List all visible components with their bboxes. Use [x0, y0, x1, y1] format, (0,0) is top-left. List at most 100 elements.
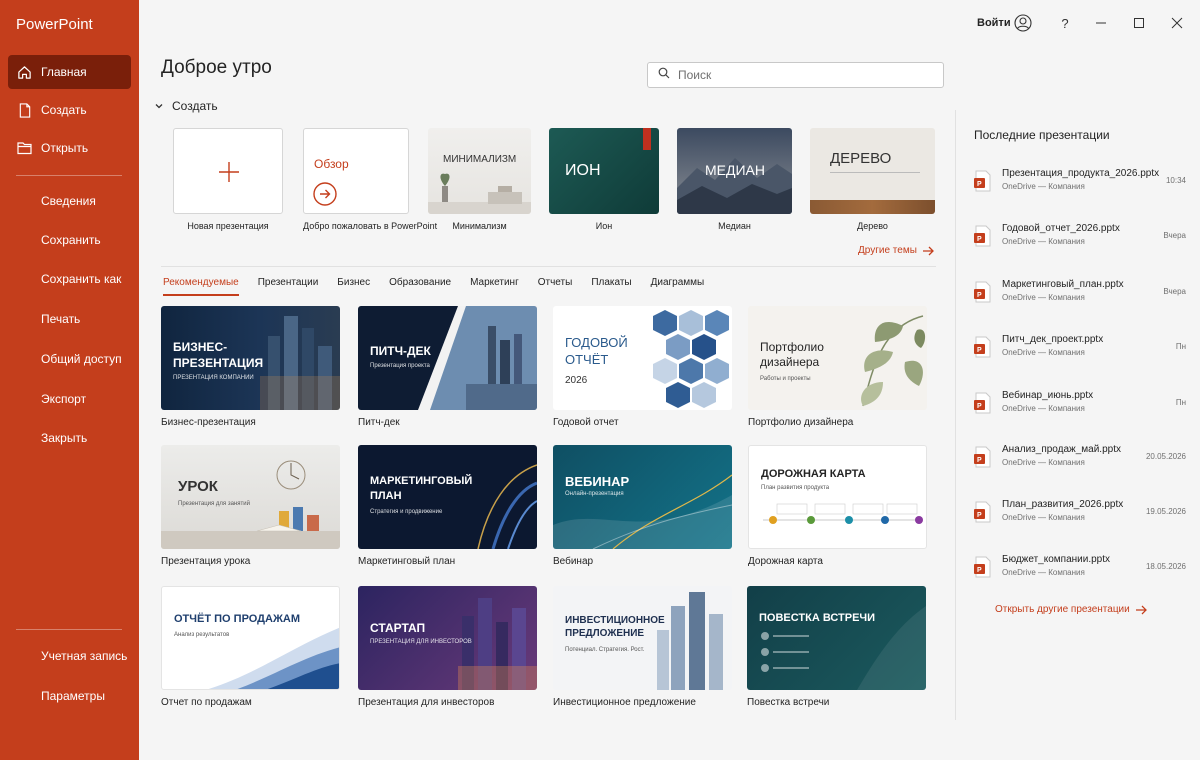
nav-save[interactable]: Сохранить [8, 223, 131, 257]
tab-presentations[interactable]: Презентации [258, 277, 319, 296]
nav-new[interactable]: Создать [8, 93, 131, 127]
pptx-file-icon: P [974, 281, 991, 303]
roadmap-thumb-sub: План развития продукта [761, 485, 830, 491]
recent-file[interactable]: P Презентация_продукта_2026.pptx OneDriv… [974, 168, 1186, 208]
theme-ion[interactable]: ИОН Ион [549, 128, 659, 231]
recent-file[interactable]: P Анализ_продаж_май.pptx OneDrive — Комп… [974, 444, 1186, 484]
svg-text:P: P [977, 567, 982, 574]
nav-info[interactable]: Сведения [8, 184, 131, 218]
search-box[interactable] [647, 62, 944, 88]
template-caption: Вебинар [553, 556, 594, 567]
nav-options[interactable]: Параметры [8, 679, 131, 713]
sales-waves-image [208, 627, 339, 689]
template-sales-report[interactable]: ОТЧЁТ ПО ПРОДАЖАМ Анализ результатов Отч… [161, 586, 340, 708]
recent-file-location: OneDrive — Компания [1002, 568, 1085, 577]
recent-file-name: Годовой_отчет_2026.pptx [1002, 223, 1120, 234]
tab-business[interactable]: Бизнес [337, 277, 370, 296]
svg-text:P: P [977, 403, 982, 410]
nav-print[interactable]: Печать [8, 302, 131, 336]
tab-marketing[interactable]: Маркетинг [470, 277, 519, 296]
nav-share[interactable]: Общий доступ [8, 342, 131, 376]
template-caption: Отчет по продажам [161, 697, 252, 708]
recent-file-location: OneDrive — Компания [1002, 458, 1085, 467]
theme-median[interactable]: МЕДИАН Медиан [677, 128, 792, 231]
more-themes-link[interactable]: Другие темы [858, 245, 935, 256]
recent-file-location: OneDrive — Компания [1002, 513, 1085, 522]
ion-thumb: ИОН [549, 128, 659, 214]
account-icon[interactable] [1012, 12, 1034, 34]
recent-file[interactable]: P Вебинар_июнь.pptx OneDrive — Компания … [974, 390, 1186, 430]
recent-file-location: OneDrive — Компания [1002, 237, 1085, 246]
search-icon [658, 66, 670, 84]
help-icon[interactable]: ? [1054, 12, 1076, 34]
webinar-waves-image [553, 474, 732, 549]
pitch-thumb-title: ПИТЧ-ДЕК [370, 344, 431, 358]
investment-thumb-title: ИНВЕСТИЦИОННОЕ ПРЕДЛОЖЕНИЕ [565, 615, 665, 639]
theme-caption: Дерево [857, 221, 888, 231]
theme-wood[interactable]: ДЕРЕВО Дерево [810, 128, 935, 231]
recent-file[interactable]: P Бюджет_компании.pptx OneDrive — Компан… [974, 554, 1186, 594]
recent-file[interactable]: P Годовой_отчет_2026.pptx OneDrive — Ком… [974, 223, 1186, 263]
nav-account[interactable]: Учетная запись [8, 639, 131, 673]
nav-home[interactable]: Главная [8, 55, 131, 89]
pitch-city-image [418, 306, 537, 410]
annual-thumb-title: ГОДОВОЙ ОТЧЁТ [565, 335, 628, 367]
theme-minimalism[interactable]: МИНИМАЛИЗМ Минимализм [428, 128, 531, 231]
recent-file[interactable]: P Маркетинговый_план.pptx OneDrive — Ком… [974, 279, 1186, 319]
template-marketing-plan[interactable]: МАРКЕТИНГОВЫЙ ПЛАН Стратегия и продвижен… [358, 445, 537, 567]
plus-icon [219, 162, 239, 182]
roadmap-thumb-title: ДОРОЖНАЯ КАРТА [761, 468, 866, 480]
maximize-icon[interactable] [1128, 12, 1150, 34]
sign-in-link[interactable]: Войти [977, 17, 1011, 29]
arrow-right-icon [1135, 605, 1147, 614]
open-other-presentations-link[interactable]: Открыть другие презентации [995, 604, 1148, 615]
recent-file-date: 20.05.2026 [1145, 452, 1186, 461]
hexagon-pattern-image [653, 310, 729, 408]
nav-save-as[interactable]: Сохранить как [8, 262, 131, 296]
pptx-file-icon: P [974, 225, 991, 247]
tab-reports[interactable]: Отчеты [538, 277, 573, 296]
template-roadmap[interactable]: ДОРОЖНАЯ КАРТА План развития продукта До… [748, 445, 927, 567]
pptx-file-icon: P [974, 392, 991, 414]
template-pitch-deck[interactable]: ПИТЧ-ДЕК Презентация проекта Питч-дек [358, 306, 537, 428]
template-caption: Презентация урока [161, 556, 251, 567]
tab-posters[interactable]: Плакаты [591, 277, 631, 296]
recent-file-location: OneDrive — Компания [1002, 348, 1085, 357]
template-webinar[interactable]: ВЕБИНАР Онлайн-презентация Вебинар [553, 445, 732, 567]
blank-thumb [173, 128, 283, 214]
theme-welcome[interactable]: Обзор Добро пожаловать в PowerPoint [303, 128, 437, 231]
nav-export[interactable]: Экспорт [8, 382, 131, 416]
template-portfolio[interactable]: Портфолио дизайнера Работы и проекты Пор… [748, 306, 927, 428]
tab-recommended[interactable]: Рекомендуемые [163, 277, 239, 296]
folder-icon [8, 141, 41, 155]
tab-education[interactable]: Образование [389, 277, 451, 296]
template-business[interactable]: БИЗНЕС-ПРЕЗЕНТАЦИЯ ПРЕЗЕНТАЦИЯ КОМПАНИИ … [161, 306, 340, 428]
theme-blank[interactable]: Новая презентация [173, 128, 283, 231]
nav-separator [16, 629, 122, 630]
nav-close[interactable]: Закрыть [8, 421, 131, 455]
template-annual-report[interactable]: ГОДОВОЙ ОТЧЁТ 2026 Годовой отчет [553, 306, 732, 428]
template-investors[interactable]: СТАРТАП ПРЕЗЕНТАЦИЯ ДЛЯ ИНВЕСТОРОВ Презе… [358, 586, 537, 708]
search-input[interactable] [678, 68, 928, 82]
recent-file-name: Питч_дек_проект.pptx [1002, 334, 1104, 345]
svg-text:P: P [977, 181, 982, 188]
sales-thumb-sub: Анализ результатов [174, 632, 230, 638]
recent-file-name: Анализ_продаж_май.pptx [1002, 444, 1121, 455]
median-thumb-title: МЕДИАН [705, 162, 765, 178]
webinar-thumb-title: ВЕБИНАР [565, 474, 630, 489]
investors-thumb: СТАРТАП ПРЕЗЕНТАЦИЯ ДЛЯ ИНВЕСТОРОВ [358, 586, 537, 690]
template-agenda[interactable]: ПОВЕСТКА ВСТРЕЧИ Повестка встречи [747, 586, 926, 708]
tab-diagrams[interactable]: Диаграммы [651, 277, 705, 296]
agenda-thumb-title: ПОВЕСТКА ВСТРЕЧИ [759, 612, 876, 624]
nav-open[interactable]: Открыть [8, 131, 131, 165]
template-investment[interactable]: ИНВЕСТИЦИОННОЕ ПРЕДЛОЖЕНИЕ Потенциал. Ст… [553, 586, 732, 708]
close-window-icon[interactable] [1166, 12, 1188, 34]
create-section-toggle[interactable]: Создать [154, 99, 218, 113]
recent-file[interactable]: P План_развития_2026.pptx OneDrive — Ком… [974, 499, 1186, 539]
lesson-desk-image [161, 460, 340, 549]
template-lesson[interactable]: УРОК Презентация для занятий Презентация… [161, 445, 340, 567]
template-caption: Бизнес-презентация [161, 417, 256, 428]
template-caption: Повестка встречи [747, 697, 830, 708]
recent-file[interactable]: P Питч_дек_проект.pptx OneDrive — Компан… [974, 334, 1186, 374]
minimize-icon[interactable] [1090, 12, 1112, 34]
